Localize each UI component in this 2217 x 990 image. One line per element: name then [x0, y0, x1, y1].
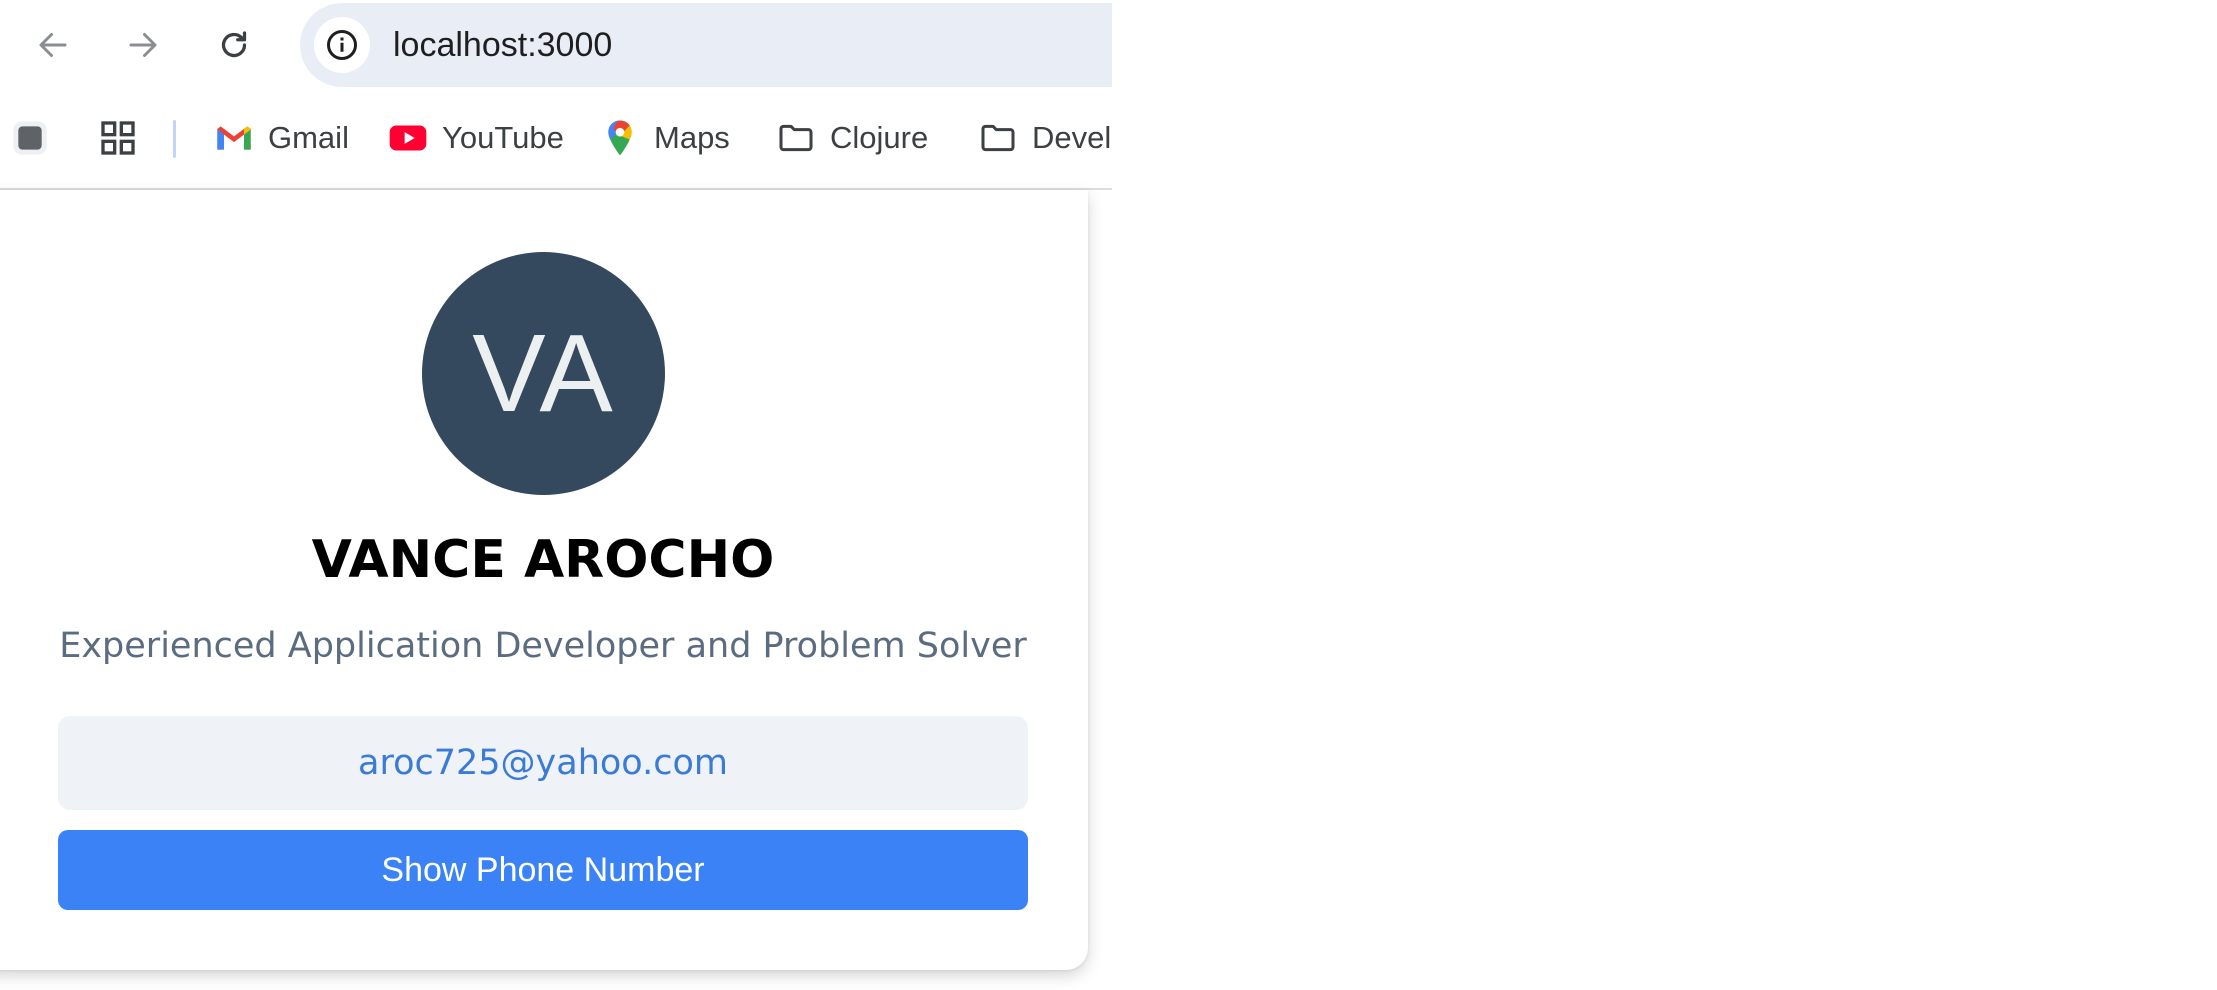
bookmark-label: Clojure	[830, 120, 929, 155]
tab-groups-button[interactable]	[10, 108, 50, 168]
gmail-icon	[217, 126, 251, 150]
bookmark-maps[interactable]: Maps	[600, 108, 730, 168]
arrow-right-icon	[129, 33, 157, 57]
avatar: VA	[422, 252, 665, 495]
back-button[interactable]	[24, 16, 82, 74]
bookmarks-divider	[173, 120, 176, 158]
profile-name: VANCE AROCHO	[311, 530, 775, 590]
profile-card: VA VANCE AROCHO Experienced Application …	[0, 190, 1088, 970]
bookmark-folder-clojure[interactable]: Clojure	[776, 108, 928, 168]
show-phone-button[interactable]: Show Phone Number	[58, 830, 1028, 910]
url-text[interactable]: localhost:3000	[393, 23, 612, 67]
apps-grid-icon	[101, 121, 135, 155]
folder-icon	[779, 124, 813, 152]
bookmark-label: YouTube	[442, 120, 564, 155]
browser-toolbar: localhost:3000	[0, 0, 1112, 90]
maps-icon	[608, 120, 632, 156]
site-info-button[interactable]	[314, 17, 370, 73]
arrow-left-icon	[39, 33, 67, 57]
bookmarks-bar: Gmail YouTube Maps Clojure Devel	[0, 108, 1112, 168]
browser-chrome: localhost:3000 Gmail YouTube Maps Clojur…	[0, 0, 1112, 190]
folder-icon	[981, 124, 1015, 152]
reload-button[interactable]	[205, 16, 263, 74]
bookmark-label: Devel	[1032, 120, 1112, 155]
youtube-icon	[389, 125, 427, 151]
bookmark-folder-devel[interactable]: Devel	[978, 108, 1111, 168]
profile-tagline: Experienced Application Developer and Pr…	[59, 626, 1027, 666]
apps-button[interactable]	[98, 108, 138, 168]
bookmark-gmail[interactable]: Gmail	[214, 108, 349, 168]
bookmark-label: Maps	[654, 120, 730, 155]
reload-icon	[221, 31, 247, 58]
email-link[interactable]: aroc725@yahoo.com	[58, 716, 1028, 810]
bookmark-youtube[interactable]: YouTube	[388, 108, 564, 168]
forward-button[interactable]	[114, 16, 172, 74]
square-app-icon	[13, 121, 47, 155]
bookmark-label: Gmail	[268, 120, 349, 155]
address-bar[interactable]: localhost:3000	[300, 3, 1112, 87]
info-icon	[327, 30, 357, 60]
